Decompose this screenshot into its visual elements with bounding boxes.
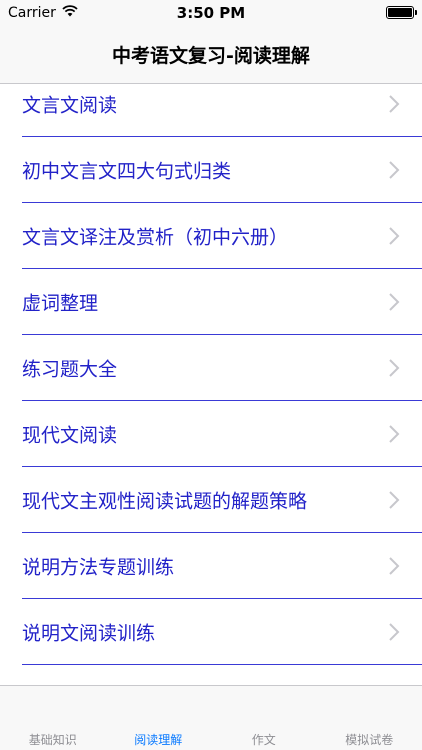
- chevron-right-icon: [389, 293, 400, 311]
- status-right: [386, 6, 417, 19]
- app-screen: Carrier 3:50 PM 中考语文复习-阅读理解 文言文阅读 初中文言文四…: [0, 0, 422, 750]
- row-separator: [22, 664, 422, 665]
- list-item-label: 文言文译注及赏析（初中六册）: [22, 226, 289, 249]
- list-item[interactable]: 文言文阅读: [0, 84, 422, 137]
- tab-label: 模拟试卷: [345, 733, 394, 747]
- status-time: 3:50 PM: [176, 4, 246, 22]
- chevron-right-icon: [389, 425, 400, 443]
- chevron-right-icon: [389, 161, 400, 179]
- tab-label: 基础知识: [28, 733, 77, 747]
- list-item[interactable]: 现代文阅读: [0, 401, 422, 467]
- tab-reading-comprehension[interactable]: 阅读理解: [106, 686, 212, 750]
- list-item[interactable]: 虚词整理: [0, 269, 422, 335]
- tab-composition[interactable]: 作文: [211, 686, 317, 750]
- list-item-label: 虚词整理: [22, 292, 99, 315]
- page-title: 中考语文复习-阅读理解: [112, 45, 310, 67]
- chevron-right-icon: [389, 227, 400, 245]
- battery-icon: [386, 6, 417, 19]
- list-item-label: 现代文主观性阅读试题的解题策略: [22, 490, 308, 513]
- list-item[interactable]: 说明文阅读训练: [0, 599, 422, 665]
- list-item-label: 练习题大全: [22, 358, 118, 381]
- status-bar: Carrier 3:50 PM: [0, 0, 422, 26]
- tab-label: 阅读理解: [134, 733, 183, 747]
- tab-basic-knowledge[interactable]: 基础知识: [0, 686, 106, 750]
- chevron-right-icon: [389, 359, 400, 377]
- list-item-label: 文言文阅读: [22, 94, 118, 117]
- list-item[interactable]: 初中文言文四大句式归类: [0, 137, 422, 203]
- chevron-right-icon: [389, 491, 400, 509]
- tab-bar: 基础知识 阅读理解 作文 模拟试卷: [0, 685, 422, 750]
- list-item[interactable]: 练习题大全: [0, 335, 422, 401]
- nav-bar: 中考语文复习-阅读理解: [0, 26, 422, 84]
- list-item[interactable]: 现代文主观性阅读试题的解题策略: [0, 467, 422, 533]
- tab-label: 作文: [251, 733, 276, 747]
- list-item-label: 现代文阅读: [22, 424, 118, 447]
- chevron-right-icon: [389, 95, 400, 113]
- tab-mock-exam[interactable]: 模拟试卷: [317, 686, 422, 750]
- chevron-right-icon: [389, 623, 400, 641]
- list-item[interactable]: 文言文译注及赏析（初中六册）: [0, 203, 422, 269]
- list-item-label: 初中文言文四大句式归类: [22, 160, 232, 183]
- article-list[interactable]: 文言文阅读 初中文言文四大句式归类 文言文译注及赏析（初中六册） 虚词整理 练习…: [0, 84, 422, 685]
- list-item[interactable]: 说明方法专题训练: [0, 533, 422, 599]
- chevron-right-icon: [389, 557, 400, 575]
- list-item-label: 说明方法专题训练: [22, 556, 175, 579]
- list-item-label: 说明文阅读训练: [22, 622, 156, 645]
- battery-level: [388, 8, 412, 17]
